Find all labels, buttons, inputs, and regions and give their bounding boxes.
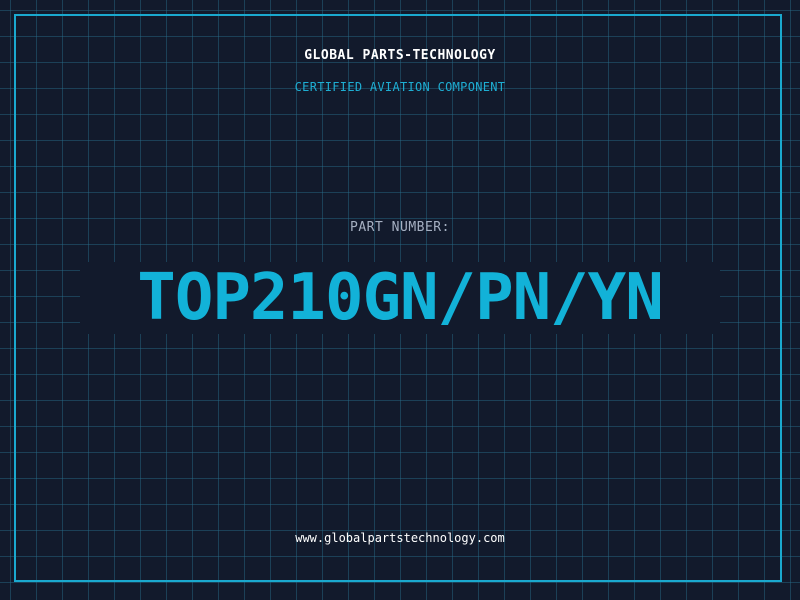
website-url: www.globalpartstechnology.com — [295, 531, 505, 545]
part-number-value: TOP210GN/PN/YN — [137, 261, 663, 335]
company-name: GLOBAL PARTS-TECHNOLOGY — [304, 48, 496, 63]
part-card: GLOBAL PARTS-TECHNOLOGY CERTIFIED AVIATI… — [0, 0, 800, 600]
part-number-label: PART NUMBER: — [350, 220, 450, 235]
tagline: CERTIFIED AVIATION COMPONENT — [294, 80, 506, 94]
